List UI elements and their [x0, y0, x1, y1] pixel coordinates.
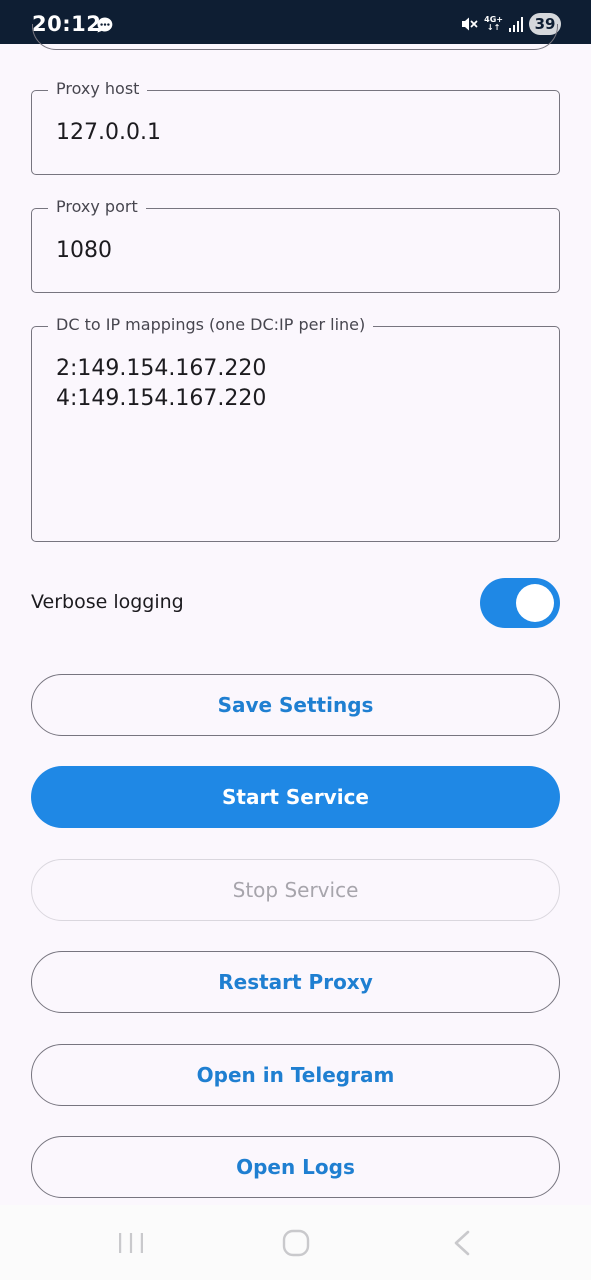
verbose-logging-label: Verbose logging	[31, 591, 184, 613]
dc-mappings-label: DC to IP mappings (one DC:IP per line)	[48, 315, 374, 335]
open-in-telegram-button[interactable]: Open in Telegram	[31, 1044, 560, 1106]
open-logs-button[interactable]: Open Logs	[31, 1136, 560, 1198]
navigation-bar	[0, 1205, 591, 1280]
start-service-button[interactable]: Start Service	[31, 766, 560, 828]
clipped-field-top	[32, 24, 558, 50]
restart-proxy-button[interactable]: Restart Proxy	[31, 951, 560, 1013]
proxy-host-value[interactable]: 127.0.0.1	[56, 118, 161, 147]
home-icon[interactable]	[281, 1227, 311, 1259]
recent-apps-icon[interactable]	[118, 1227, 144, 1259]
proxy-host-field[interactable]: Proxy host 127.0.0.1	[31, 79, 560, 175]
back-icon[interactable]	[450, 1227, 474, 1259]
proxy-port-field[interactable]: Proxy port 1080	[31, 197, 560, 293]
proxy-host-label: Proxy host	[48, 79, 148, 99]
proxy-port-value[interactable]: 1080	[56, 236, 112, 265]
toggle-knob	[516, 584, 554, 622]
dc-mappings-field[interactable]: DC to IP mappings (one DC:IP per line) 2…	[31, 315, 560, 542]
verbose-logging-toggle[interactable]	[480, 578, 560, 628]
save-settings-button[interactable]: Save Settings	[31, 674, 560, 736]
dc-mapping-line[interactable]: 4:149.154.167.220	[56, 384, 266, 413]
stop-service-button: Stop Service	[31, 859, 560, 921]
dc-mapping-line[interactable]: 2:149.154.167.220	[56, 354, 266, 383]
proxy-port-label: Proxy port	[48, 197, 146, 217]
